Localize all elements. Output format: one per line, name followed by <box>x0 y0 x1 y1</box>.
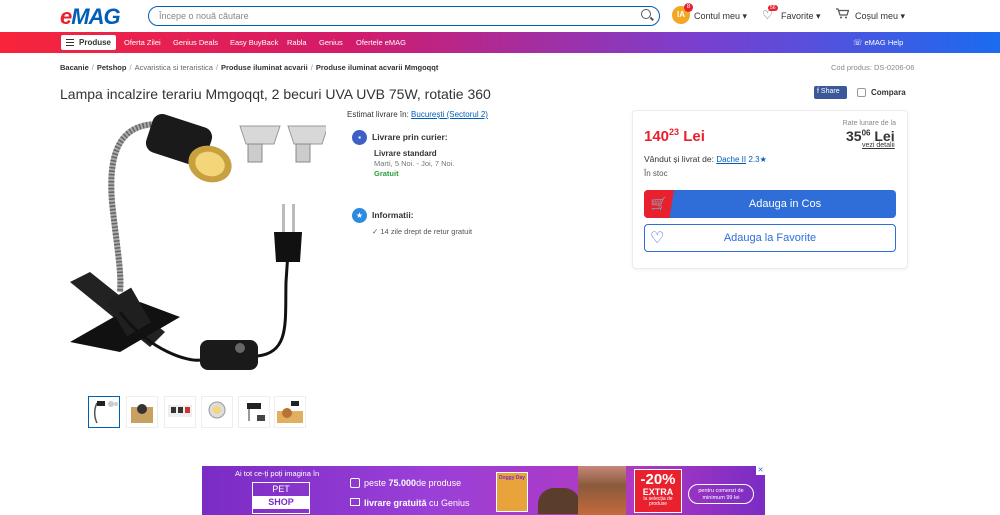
banner-petshop-logo: PET SHOP <box>252 482 310 514</box>
nav-link-oferta-zilei[interactable]: Oferta Zilei <box>124 38 161 47</box>
thumbnail[interactable] <box>126 396 158 428</box>
close-ad-icon[interactable]: ✕ <box>756 466 765 475</box>
delivery-dates: Marti, 5 Noi. - Joi, 7 Noi. <box>374 159 455 168</box>
breadcrumb-current: Produse iluminat acvarii Mmgoqqt <box>315 63 439 72</box>
thumbnail[interactable] <box>164 396 196 428</box>
installments-details-link[interactable]: vezi detalii <box>862 142 895 149</box>
product-price: 14023 Lei <box>644 127 705 145</box>
help-link[interactable]: ☏ eMAG Help <box>853 38 903 47</box>
dog-image <box>538 488 580 514</box>
search-icon[interactable] <box>641 9 651 19</box>
headset-icon: ☏ <box>853 38 863 47</box>
breadcrumb-item[interactable]: Acvaristica si teraristica <box>135 63 213 72</box>
seller-rating: 2.3 <box>748 155 760 164</box>
breadcrumb-item[interactable]: Petshop <box>97 63 127 72</box>
search-input[interactable]: Începe o nouă căutare <box>148 6 660 26</box>
delivery-estimate: Estimat livrare în: București (Sectorul … <box>347 110 488 119</box>
seller-link[interactable]: Dache II <box>716 155 746 164</box>
delivery-free: Gratuit <box>374 169 399 178</box>
compare-label[interactable]: Compara <box>871 88 906 97</box>
account-menu[interactable]: Contul meu ▾ <box>694 11 747 22</box>
product-code: Cod produs: DS-0206-06 <box>831 63 915 72</box>
truck-icon: ▪ <box>352 130 367 145</box>
notification-badge: 8 <box>684 3 693 12</box>
stock-status: În stoc <box>644 169 668 178</box>
seller-info: Vândut și livrat de: Dache II 2.3★ <box>644 154 767 164</box>
rating-star-icon: ★ <box>759 155 767 164</box>
banner-free-delivery: livrare gratuită cu Genius <box>364 498 470 508</box>
star-icon: ★ <box>352 208 367 223</box>
banner-condition: pentru comenzi de minimum 99 lei <box>688 484 754 504</box>
product-main-image[interactable] <box>60 112 329 382</box>
discount-badge: -20% EXTRA la selecția de produse <box>634 469 682 513</box>
breadcrumb-item[interactable]: Produse iluminat acvarii <box>221 63 308 72</box>
delivery-standard: Livrare standard <box>374 149 437 158</box>
installments-label: Rate lunare de la <box>842 120 896 127</box>
return-policy: ✓ 14 zile drept de retur gratuit <box>372 227 473 236</box>
nav-link-ofertele-emag[interactable]: Ofertele eMAG <box>356 38 406 47</box>
page-title: Lampa incalzire terariu Mmgoqqt, 2 becur… <box>60 86 491 102</box>
check-icon: ✓ <box>372 227 379 236</box>
box-icon <box>350 478 360 488</box>
cart-icon[interactable] <box>836 8 850 22</box>
courier-title: Livrare prin curier: <box>372 132 448 142</box>
add-to-favorites-button[interactable]: Adauga la Favorite <box>644 224 896 252</box>
thumbnail[interactable] <box>201 396 233 428</box>
cart-icon: 🛒 <box>644 190 674 218</box>
person-image <box>578 466 626 515</box>
nav-link-genius[interactable]: Genius <box>319 38 343 47</box>
nav-link-genius-deals[interactable]: Genius Deals <box>173 38 218 47</box>
emag-logo[interactable]: eMAG <box>60 4 121 30</box>
nav-link-rabla[interactable]: Rabla <box>287 38 307 47</box>
favorites-menu[interactable]: Favorite ▾ <box>781 11 821 22</box>
thumbnail[interactable] <box>274 396 306 428</box>
banner-products-count: peste 75.000de produse <box>364 478 462 488</box>
menu-icon <box>66 39 74 46</box>
thumbnail[interactable] <box>88 396 120 428</box>
breadcrumb: Bacanie / Petshop / Acvaristica si teraristi… <box>60 63 439 72</box>
product-package-image: Doggy Day <box>496 472 528 512</box>
banner-tagline: Ai tot ce-ți poți imagina în <box>235 469 320 478</box>
info-title: Informatii: <box>372 210 414 220</box>
package-text: Doggy Day <box>498 475 526 481</box>
compare-checkbox[interactable] <box>857 88 866 97</box>
favorites-badge: 56 <box>768 5 778 11</box>
facebook-icon: f <box>817 88 819 95</box>
breadcrumb-item[interactable]: Bacanie <box>60 63 89 72</box>
delivery-location-link[interactable]: București (Sectorul 2) <box>411 110 488 119</box>
truck-icon <box>350 498 360 506</box>
thumbnail[interactable] <box>238 396 270 428</box>
nav-link-easy-buyback[interactable]: Easy BuyBack <box>230 38 278 47</box>
add-to-cart-button[interactable]: Adauga in Cos <box>644 190 896 218</box>
heart-icon: ♡ <box>650 230 665 247</box>
share-button[interactable]: f Share <box>814 86 847 99</box>
cart-menu[interactable]: Coșul meu ▾ <box>855 11 905 22</box>
